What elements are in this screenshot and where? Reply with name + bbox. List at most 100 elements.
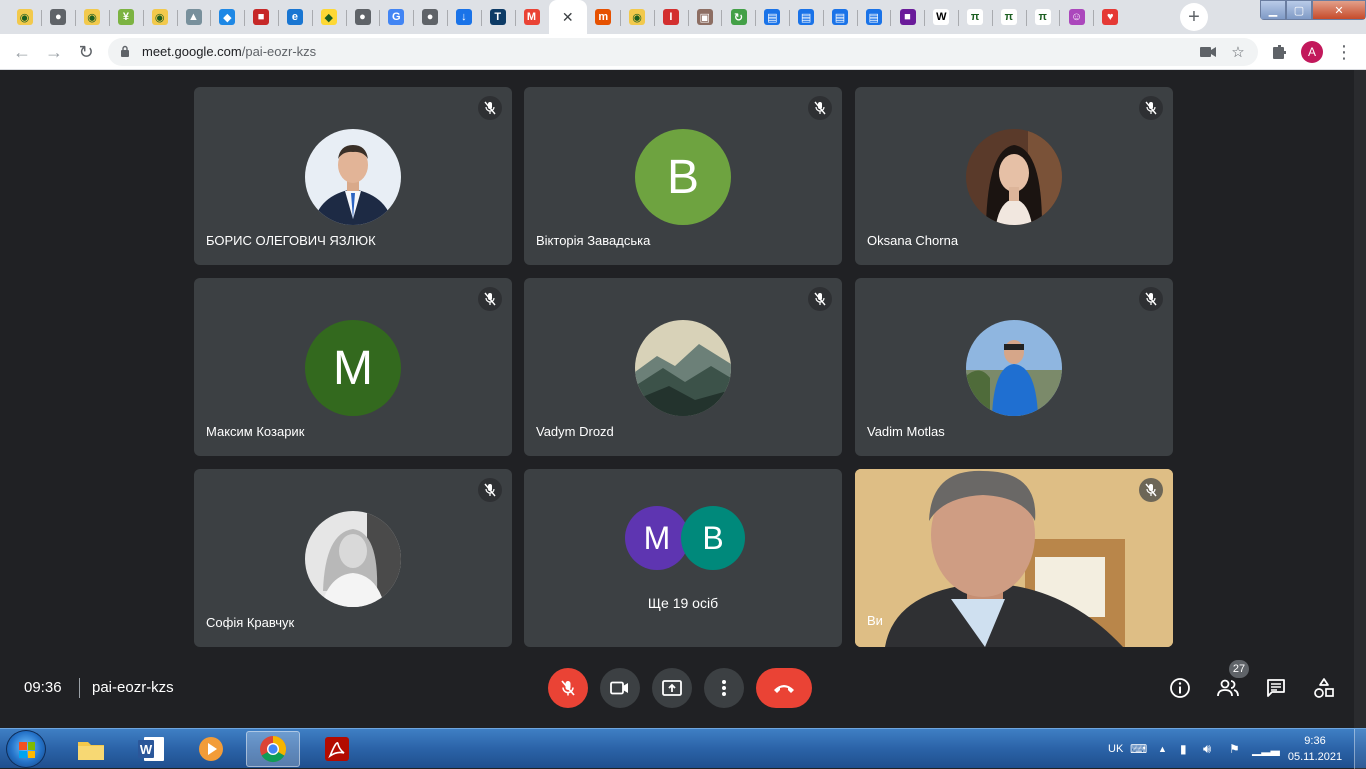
- word-icon[interactable]: W: [124, 731, 178, 767]
- action-center-flag-icon[interactable]: ⚑: [1229, 729, 1240, 769]
- minimize-button[interactable]: ▁: [1260, 0, 1286, 20]
- avatar-letter: B: [681, 506, 745, 570]
- more-participants-tile[interactable]: M B Ще 19 осіб: [524, 469, 842, 647]
- volume-icon[interactable]: 🔊︎: [1203, 729, 1211, 769]
- muted-mic-icon: [478, 287, 502, 311]
- forward-arrow-icon[interactable]: →: [42, 40, 66, 64]
- browser-tab[interactable]: π: [992, 2, 1025, 32]
- page-scrollbar[interactable]: [1354, 70, 1366, 728]
- browser-tab[interactable]: m: [587, 2, 620, 32]
- browser-tab[interactable]: ▣: [688, 2, 721, 32]
- media-player-icon[interactable]: [184, 731, 238, 767]
- self-video-tile[interactable]: Ви: [855, 469, 1173, 647]
- reload-icon[interactable]: ↻: [74, 40, 98, 64]
- pi-icon: π: [967, 9, 984, 25]
- extensions-puzzle-icon[interactable]: [1268, 40, 1292, 64]
- chrome-icon[interactable]: [246, 731, 300, 767]
- avatar-photo: [966, 320, 1062, 416]
- browser-tab[interactable]: ↻: [722, 2, 755, 32]
- browser-tab[interactable]: ●: [414, 2, 447, 32]
- participant-tile[interactable]: Софія Кравчук: [194, 469, 512, 647]
- maximize-button[interactable]: ▢: [1286, 0, 1312, 20]
- browser-tab[interactable]: ◉: [143, 2, 176, 32]
- address-bar[interactable]: meet.google.com/pai-eozr-kzs ☆: [108, 38, 1258, 66]
- present-screen-icon: [662, 680, 682, 696]
- thermometer-icon: I: [662, 9, 679, 25]
- language-indicator[interactable]: UK: [1108, 729, 1123, 769]
- browser-tab[interactable]: ◉: [76, 2, 109, 32]
- browser-tab[interactable]: π: [959, 2, 992, 32]
- active-tab[interactable]: ✕: [548, 0, 587, 34]
- browser-tab[interactable]: ■: [245, 2, 278, 32]
- acrobat-icon[interactable]: [310, 731, 364, 767]
- chat-button[interactable]: [1263, 675, 1289, 701]
- profile-avatar[interactable]: A: [1301, 41, 1323, 63]
- menu-kebab-icon[interactable]: ⋮: [1332, 40, 1356, 64]
- start-button[interactable]: [6, 730, 46, 768]
- camera-toggle-button[interactable]: [600, 668, 640, 708]
- browser-tab[interactable]: G: [380, 2, 413, 32]
- people-button[interactable]: [1215, 675, 1241, 701]
- browser-toolbar: ← → ↻ meet.google.com/pai-eozr-kzs ☆ A ⋮: [0, 34, 1366, 70]
- browser-tab[interactable]: e: [278, 2, 311, 32]
- browser-tab[interactable]: W: [925, 2, 958, 32]
- mic-toggle-button[interactable]: [548, 668, 588, 708]
- browser-tab[interactable]: ●: [346, 2, 379, 32]
- browser-tab[interactable]: ◆: [211, 2, 244, 32]
- show-desktop-button[interactable]: [1354, 729, 1366, 769]
- browser-tab[interactable]: M: [515, 2, 548, 32]
- avatar-letter: В: [635, 129, 731, 225]
- participant-tile[interactable]: Vadim Motlas: [855, 278, 1173, 456]
- network-signal-icon[interactable]: ▁▂▃: [1252, 729, 1280, 769]
- globe-yellow-icon: ◉: [151, 9, 168, 25]
- participant-name: Oksana Chorna: [867, 233, 959, 248]
- browser-tab[interactable]: ▤: [790, 2, 823, 32]
- browser-tab[interactable]: ◉: [8, 2, 41, 32]
- edge-icon: e: [286, 9, 303, 25]
- new-tab-button[interactable]: +: [1180, 3, 1208, 31]
- leave-call-button[interactable]: [756, 668, 812, 708]
- browser-tab[interactable]: ¥: [109, 2, 142, 32]
- building-icon: ▲: [185, 9, 202, 25]
- clock-time: 9:36: [1304, 735, 1326, 747]
- browser-tab[interactable]: ◆: [312, 2, 345, 32]
- back-arrow-icon[interactable]: ←: [10, 40, 34, 64]
- participant-tile[interactable]: Oksana Chorna: [855, 87, 1173, 265]
- browser-tab[interactable]: ▲: [177, 2, 210, 32]
- browser-tab[interactable]: π: [1026, 2, 1059, 32]
- browser-tab[interactable]: ↓: [447, 2, 480, 32]
- browser-tab[interactable]: ▤: [756, 2, 789, 32]
- explorer-icon[interactable]: [64, 731, 118, 767]
- meeting-time: 09:36: [24, 679, 62, 696]
- bookmark-star-icon[interactable]: ☆: [1228, 42, 1248, 62]
- participant-name: Максим Козарик: [206, 424, 305, 439]
- system-clock[interactable]: 9:36 05.11.2021: [1284, 733, 1346, 765]
- smiley-icon: ☺: [1068, 9, 1085, 25]
- avatar-letter: М: [305, 320, 401, 416]
- present-screen-button[interactable]: [652, 668, 692, 708]
- show-hidden-icons-icon[interactable]: ▲: [1158, 729, 1167, 769]
- keyboard-icon[interactable]: ⌨: [1130, 729, 1147, 769]
- divider: [79, 678, 80, 698]
- browser-tab[interactable]: ●: [42, 2, 75, 32]
- browser-tab[interactable]: ♥: [1094, 2, 1127, 32]
- usb-device-icon[interactable]: ▮: [1180, 729, 1187, 769]
- docs-icon: ▤: [831, 9, 848, 25]
- browser-tab[interactable]: ▤: [857, 2, 890, 32]
- more-options-button[interactable]: [704, 668, 744, 708]
- participant-tile[interactable]: БОРИС ОЛЕГОВИЧ ЯЗЛЮК: [194, 87, 512, 265]
- browser-tab[interactable]: ☺: [1060, 2, 1093, 32]
- browser-tab[interactable]: ◉: [621, 2, 654, 32]
- browser-tab[interactable]: I: [654, 2, 687, 32]
- meeting-details-button[interactable]: [1167, 675, 1193, 701]
- camera-indicator-icon[interactable]: [1198, 42, 1218, 62]
- participant-tile[interactable]: В Вікторія Завадська: [524, 87, 842, 265]
- people-icon: [1217, 679, 1239, 697]
- browser-tab[interactable]: ■: [891, 2, 924, 32]
- browser-tab[interactable]: ▤: [823, 2, 856, 32]
- close-window-button[interactable]: ✕: [1312, 0, 1366, 20]
- participant-tile[interactable]: М Максим Козарик: [194, 278, 512, 456]
- activities-button[interactable]: [1311, 675, 1337, 701]
- browser-tab[interactable]: T: [481, 2, 514, 32]
- participant-tile[interactable]: Vadym Drozd: [524, 278, 842, 456]
